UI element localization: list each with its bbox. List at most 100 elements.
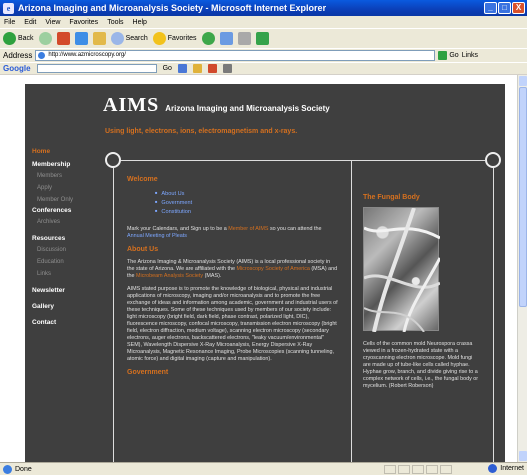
nav-apply[interactable]: Apply (32, 182, 92, 194)
security-zone: Internet (488, 464, 524, 473)
about-paragraph-1: The Arizona Imaging & Microanalysis Soci… (127, 259, 339, 280)
about-us-link[interactable]: About Us (155, 189, 339, 198)
welcome-heading: Welcome (127, 176, 158, 183)
annual-meeting-link[interactable]: Annual Meeting of Pleats (127, 233, 187, 239)
nav-archives[interactable]: Archives (32, 216, 92, 228)
back-button[interactable]: Back (3, 32, 34, 45)
frame-line-divider (351, 160, 352, 462)
print-button[interactable] (237, 32, 251, 45)
menu-file[interactable]: File (4, 19, 15, 26)
site-tagline: Using light, electrons, ions, electromag… (105, 128, 298, 135)
status-text: Done (15, 465, 32, 473)
mail-button[interactable] (219, 32, 233, 45)
pagerank-icon[interactable] (192, 64, 202, 73)
history-button[interactable] (201, 32, 215, 45)
globe-icon (488, 464, 498, 473)
close-button[interactable]: X (512, 2, 525, 14)
government-link[interactable]: Government (155, 198, 339, 207)
nav-contact[interactable]: Contact (32, 318, 92, 328)
frame-ring-left (105, 152, 121, 168)
google-logo: Google (3, 64, 31, 73)
mas-link[interactable]: Microbeam Analysis Society (136, 273, 203, 279)
nav-gallery[interactable]: Gallery (32, 302, 92, 312)
search-label: Search (125, 35, 148, 42)
frame-line-main (121, 160, 351, 161)
member-of-aims-link[interactable]: Member of AIMS (228, 226, 268, 232)
google-go-button[interactable]: Go (163, 65, 172, 72)
nav-conferences[interactable]: Conferences (32, 206, 92, 216)
fungus-micrograph-image[interactable] (363, 207, 440, 332)
fungus-hyphae-drawing (364, 208, 440, 332)
address-bar: Address http://www.azmicroscopy.org/ Go … (0, 48, 527, 62)
history-icon (201, 32, 215, 45)
side-column: The Fungal Body Cells of the common mold… (363, 194, 481, 396)
google-search-input[interactable] (36, 64, 157, 73)
address-input[interactable]: http://www.azmicroscopy.org/ (35, 50, 436, 61)
minimize-button[interactable]: _ (484, 2, 497, 14)
scroll-up-button[interactable] (519, 76, 527, 86)
messenger-button[interactable] (255, 32, 269, 45)
forward-arrow-icon (38, 32, 52, 45)
menu-bar: File Edit View Favorites Tools Help (0, 16, 527, 28)
nav-members[interactable]: Members (32, 170, 92, 182)
constitution-link[interactable]: Constitution (155, 207, 339, 216)
refresh-button[interactable] (74, 32, 88, 45)
aims-logo[interactable]: AIMS (103, 94, 159, 117)
page-viewport: AIMS Arizona Imaging and Microanalysis S… (0, 75, 517, 462)
search-button[interactable]: Search (110, 32, 148, 45)
calendar-paragraph: Mark your Calendars, and Sign up to be a… (127, 226, 339, 240)
nav-links[interactable]: Links (32, 268, 92, 280)
home-button[interactable] (92, 32, 106, 45)
address-url: http://www.azmicroscopy.org/ (48, 52, 126, 58)
intro-link-list: About Us Government Constitution (155, 189, 339, 216)
scroll-down-button[interactable] (519, 451, 527, 461)
aims-page: AIMS Arizona Imaging and Microanalysis S… (25, 84, 505, 462)
stop-icon (56, 32, 70, 45)
popup-blocker-icon[interactable] (207, 64, 217, 73)
site-header: AIMS Arizona Imaging and Microanalysis S… (103, 94, 330, 117)
org-name: Arizona Imaging and Microanalysis Societ… (165, 104, 330, 113)
go-button[interactable]: Go (438, 51, 459, 60)
government-heading: Government (127, 369, 169, 376)
nav-discussion[interactable]: Discussion (32, 244, 92, 256)
nav-home[interactable]: Home (32, 147, 92, 157)
star-icon (152, 32, 166, 45)
status-panels (384, 465, 452, 474)
msa-link[interactable]: Microscopy Society of America (236, 266, 309, 272)
mail-icon (219, 32, 233, 45)
home-icon (92, 32, 106, 45)
nav-education[interactable]: Education (32, 256, 92, 268)
favorites-button[interactable]: Favorites (152, 32, 197, 45)
autofill-icon[interactable] (222, 64, 232, 73)
frame-line-left (113, 168, 114, 462)
nav-membership[interactable]: Membership (32, 160, 92, 170)
frame-line-right (493, 168, 494, 462)
bookmark-icon[interactable] (177, 64, 187, 73)
frame-ring-right (485, 152, 501, 168)
nav-newsletter[interactable]: Newsletter (32, 286, 92, 296)
calendar-text-1: Mark your Calendars, and Sign up to be a (127, 226, 229, 232)
window-title: Arizona Imaging and Microanalysis Societ… (18, 3, 327, 13)
menu-favorites[interactable]: Favorites (69, 19, 98, 26)
refresh-icon (74, 32, 88, 45)
menu-edit[interactable]: Edit (24, 19, 36, 26)
fungal-body-heading: The Fungal Body (363, 194, 420, 201)
nav-resources[interactable]: Resources (32, 234, 92, 244)
messenger-icon (255, 32, 269, 45)
frame-line-side (351, 160, 485, 161)
menu-tools[interactable]: Tools (107, 19, 123, 26)
menu-view[interactable]: View (45, 19, 60, 26)
title-bar: e Arizona Imaging and Microanalysis Soci… (0, 0, 527, 16)
maximize-button[interactable]: □ (498, 2, 511, 14)
vertical-scrollbar[interactable] (517, 75, 527, 462)
go-label: Go (449, 52, 459, 59)
stop-button[interactable] (56, 32, 70, 45)
links-button[interactable]: Links (462, 52, 478, 59)
forward-button[interactable] (38, 32, 52, 45)
about-paragraph-2: AIMS stated purpose is to promote the kn… (127, 286, 338, 362)
nav-member-only[interactable]: Member Only (32, 194, 92, 206)
menu-help[interactable]: Help (133, 19, 147, 26)
google-toolbar: Google Go (0, 62, 527, 74)
scroll-thumb[interactable] (519, 87, 527, 307)
search-icon (110, 32, 124, 45)
